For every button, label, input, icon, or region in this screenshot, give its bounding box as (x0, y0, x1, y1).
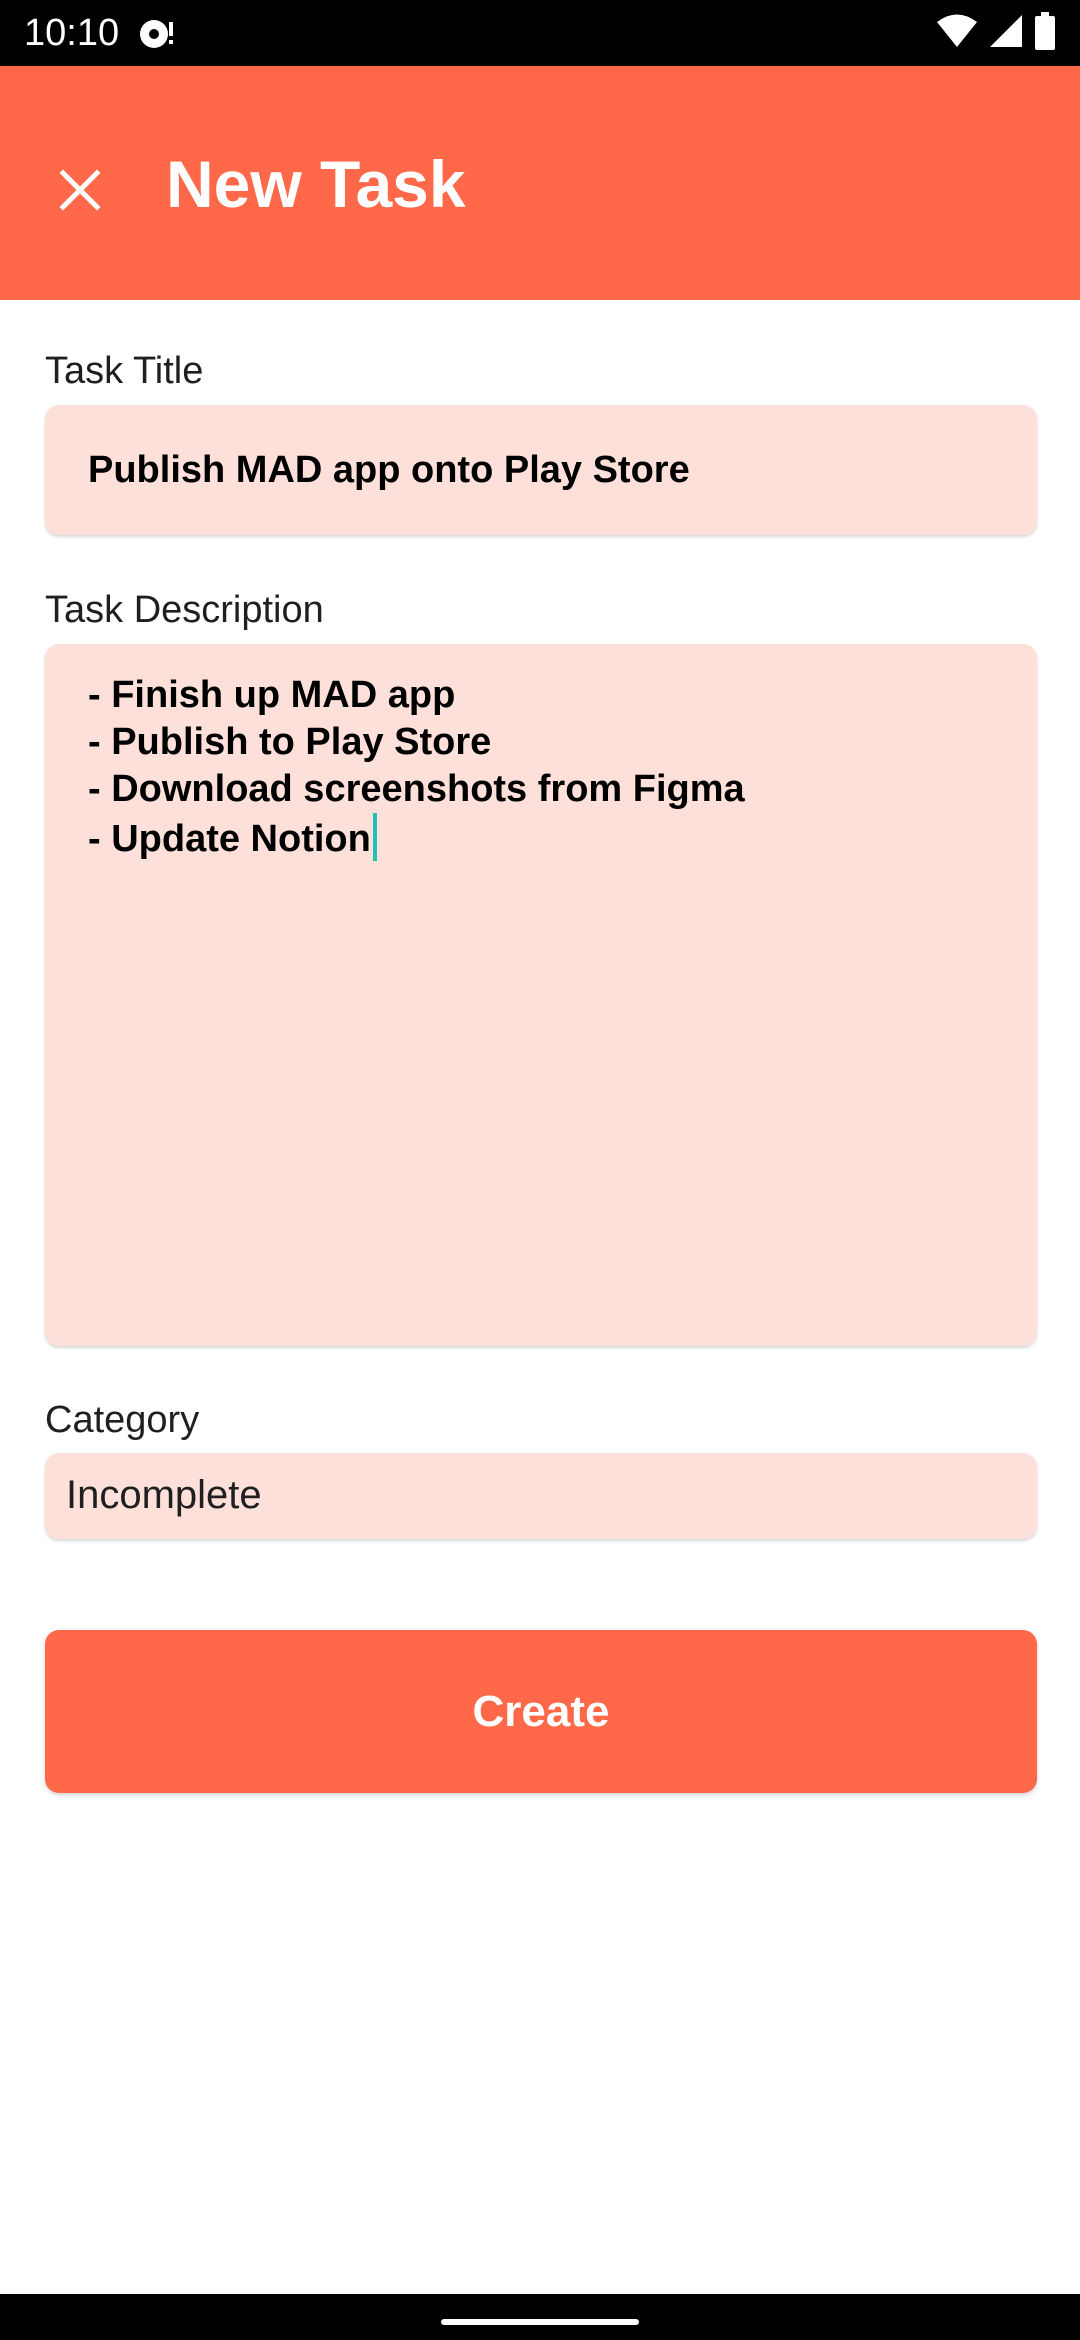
task-title-input[interactable]: Publish MAD app onto Play Store (45, 405, 1037, 535)
new-task-screen: 10:10 New Task Task Title Publish MAD ap… (0, 0, 1080, 2340)
task-description-label: Task Description (45, 589, 324, 631)
close-icon (59, 168, 101, 216)
notification-icon (136, 14, 176, 52)
task-title-value: Publish MAD app onto Play Store (88, 449, 690, 491)
navigation-bar (0, 2294, 1080, 2340)
category-value: Incomplete (66, 1473, 262, 1517)
category-label: Category (45, 1399, 200, 1441)
description-line-last: - Update Notion (88, 813, 745, 863)
wifi-icon (936, 13, 978, 54)
description-line: - Publish to Play Store (88, 721, 492, 763)
description-line: - Download screenshots from Figma (88, 768, 745, 810)
status-bar: 10:10 (0, 0, 1080, 66)
description-line: - Update Notion (88, 818, 371, 860)
task-description-input[interactable]: - Finish up MAD app - Publish to Play St… (45, 644, 1037, 1346)
create-button-label: Create (472, 1686, 610, 1736)
battery-icon (1034, 11, 1056, 55)
category-select[interactable]: Incomplete (45, 1453, 1037, 1539)
status-time: 10:10 (24, 12, 120, 54)
task-title-label: Task Title (45, 350, 204, 392)
task-description-text: - Finish up MAD app - Publish to Play St… (88, 672, 745, 863)
create-button[interactable]: Create (45, 1630, 1037, 1793)
signal-icon (988, 13, 1024, 54)
text-cursor (372, 813, 377, 861)
status-icons (936, 11, 1056, 55)
page-title: New Task (166, 147, 466, 221)
close-button[interactable] (40, 152, 120, 232)
description-line: - Finish up MAD app (88, 674, 456, 716)
home-indicator[interactable] (441, 2319, 639, 2325)
app-bar: New Task (0, 66, 1080, 300)
